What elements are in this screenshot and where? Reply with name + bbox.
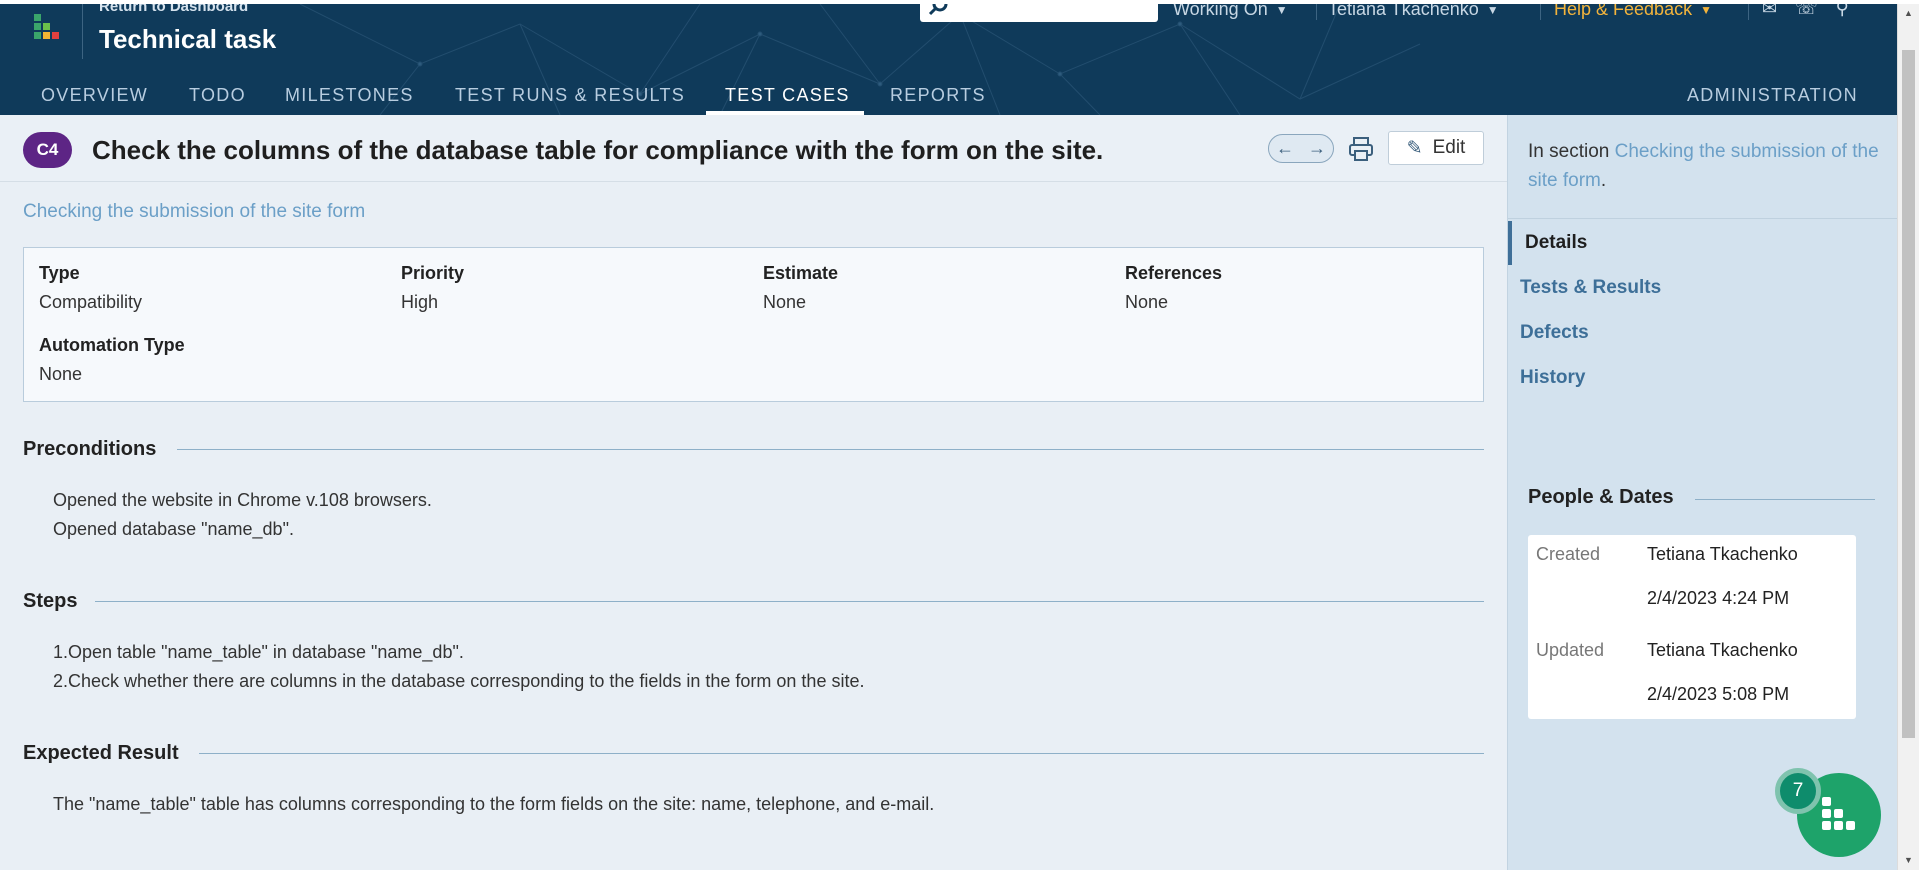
section-divider bbox=[1695, 499, 1875, 500]
updated-at: 2/4/2023 5:08 PM bbox=[1647, 684, 1790, 704]
header-divider bbox=[82, 4, 83, 59]
search-input[interactable] bbox=[920, 4, 1158, 22]
vertical-scrollbar[interactable]: ▲ ▼ bbox=[1897, 4, 1919, 870]
tab-todo[interactable]: TODO bbox=[189, 85, 246, 106]
created-by: Tetiana Tkachenko bbox=[1647, 544, 1798, 564]
preconditions-line: Opened the website in Chrome v.108 brows… bbox=[53, 490, 432, 510]
arrow-left-icon[interactable]: ← bbox=[1276, 138, 1294, 159]
user-name: Tetiana Tkachenko bbox=[1328, 4, 1479, 19]
updated-label: Updated bbox=[1536, 640, 1605, 660]
search-icon bbox=[928, 4, 948, 16]
user-menu[interactable]: Tetiana Tkachenko ▼ bbox=[1328, 4, 1499, 20]
pencil-icon: ✎ bbox=[1406, 137, 1423, 159]
created-at: 2/4/2023 4:24 PM bbox=[1647, 588, 1790, 608]
section-divider bbox=[95, 601, 1484, 602]
sidebar-item-tests-results[interactable]: Tests & Results bbox=[1520, 277, 1661, 299]
working-on-label: Working On bbox=[1173, 4, 1268, 19]
preconditions-heading: Preconditions bbox=[23, 438, 157, 460]
people-dates-box: Created Tetiana Tkachenko 2/4/2023 4:24 … bbox=[1528, 535, 1856, 719]
expected-result-heading: Expected Result bbox=[23, 742, 179, 764]
notification-badge[interactable]: 7 bbox=[1775, 768, 1821, 814]
mail-icon[interactable]: ✉ bbox=[1762, 4, 1777, 19]
case-id-badge: C4 bbox=[23, 132, 72, 168]
field-label: References bbox=[1125, 263, 1223, 283]
edit-button[interactable]: ✎ Edit bbox=[1388, 131, 1484, 165]
user-icon[interactable]: ⚲ bbox=[1836, 4, 1849, 19]
case-fields-box: Type Compatibility Priority High Estimat… bbox=[23, 247, 1484, 402]
field-type: Type Compatibility bbox=[39, 263, 142, 313]
field-label: Automation Type bbox=[39, 335, 185, 355]
header-separator bbox=[1316, 4, 1317, 20]
field-references: References None bbox=[1125, 263, 1222, 313]
scrollbar-thumb[interactable] bbox=[1902, 50, 1915, 738]
expected-result-text: The "name_table" table has columns corre… bbox=[53, 790, 934, 819]
help-feedback-label: Help & Feedback bbox=[1554, 4, 1693, 19]
steps-line: 1.Open table "name_table" in database "n… bbox=[53, 642, 464, 662]
tab-milestones[interactable]: MILESTONES bbox=[285, 85, 414, 106]
section-link[interactable]: Checking the submission of the site form bbox=[23, 201, 365, 223]
field-value: Compatibility bbox=[39, 292, 143, 312]
field-value: High bbox=[401, 292, 439, 312]
chevron-down-icon: ▼ bbox=[1486, 4, 1499, 17]
field-label: Type bbox=[39, 263, 80, 283]
section-divider bbox=[199, 753, 1484, 754]
preconditions-text: Opened the website in Chrome v.108 brows… bbox=[53, 486, 432, 544]
test-case-content: C4 Check the columns of the database tab… bbox=[0, 115, 1507, 870]
header-separator bbox=[1748, 4, 1749, 20]
working-on-menu[interactable]: Working On ▼ bbox=[1173, 4, 1288, 20]
in-section-prefix: In section bbox=[1528, 141, 1615, 162]
app-header: Return to Dashboard Technical task Worki… bbox=[0, 4, 1897, 115]
scroll-up-icon[interactable]: ▲ bbox=[1904, 8, 1913, 18]
tab-overview[interactable]: OVERVIEW bbox=[41, 85, 148, 106]
steps-line: 2.Check whether there are columns in the… bbox=[53, 671, 865, 691]
field-value: None bbox=[1125, 292, 1169, 312]
chat-icon[interactable]: ☏ bbox=[1795, 4, 1818, 19]
header-icon-group: ✉ ☏ ⚲ bbox=[1762, 4, 1849, 19]
tab-reports[interactable]: REPORTS bbox=[890, 85, 986, 106]
scroll-down-icon[interactable]: ▼ bbox=[1904, 855, 1913, 865]
case-sidebar: In section Checking the submission of th… bbox=[1507, 115, 1898, 870]
case-navigation: ← → bbox=[1268, 134, 1334, 163]
expected-result-line: The "name_table" table has columns corre… bbox=[53, 794, 935, 814]
field-automation-type: Automation Type None bbox=[39, 335, 185, 385]
sidebar-item-details[interactable]: Details bbox=[1525, 232, 1587, 254]
chevron-down-icon: ▼ bbox=[1700, 4, 1712, 17]
preconditions-line: Opened database "name_db". bbox=[53, 519, 294, 539]
print-icon[interactable] bbox=[1347, 135, 1375, 163]
app-logo-icon[interactable] bbox=[30, 10, 66, 46]
steps-heading: Steps bbox=[23, 590, 78, 612]
return-to-dashboard-link[interactable]: Return to Dashboard bbox=[99, 4, 248, 15]
case-title: Check the columns of the database table … bbox=[92, 135, 1104, 165]
main-nav: OVERVIEW TODO MILESTONES TEST RUNS & RES… bbox=[0, 74, 1897, 115]
field-estimate: Estimate None bbox=[763, 263, 838, 313]
field-value: None bbox=[39, 364, 83, 384]
steps-text: 1.Open table "name_table" in database "n… bbox=[53, 638, 864, 696]
updated-by: Tetiana Tkachenko bbox=[1647, 640, 1798, 660]
arrow-right-icon[interactable]: → bbox=[1308, 138, 1326, 159]
tab-test-cases[interactable]: TEST CASES bbox=[725, 85, 850, 106]
section-divider bbox=[177, 449, 1484, 450]
field-priority: Priority High bbox=[401, 263, 464, 313]
sidebar-divider bbox=[1508, 218, 1898, 219]
in-section-suffix: . bbox=[1600, 170, 1607, 191]
in-section-info: In section Checking the submission of th… bbox=[1528, 137, 1888, 195]
edit-label: Edit bbox=[1432, 137, 1466, 158]
active-nav-indicator bbox=[1508, 221, 1512, 265]
field-value: None bbox=[763, 292, 807, 312]
sidebar-item-history[interactable]: History bbox=[1520, 367, 1585, 389]
header-separator bbox=[1540, 4, 1541, 20]
people-dates-heading: People & Dates bbox=[1528, 486, 1674, 508]
case-title-bar: C4 Check the columns of the database tab… bbox=[0, 115, 1507, 182]
created-label: Created bbox=[1536, 544, 1601, 564]
sidebar-item-defects[interactable]: Defects bbox=[1520, 322, 1589, 344]
project-title: Technical task bbox=[99, 24, 277, 54]
field-label: Estimate bbox=[763, 263, 839, 283]
help-feedback-menu[interactable]: Help & Feedback ▼ bbox=[1554, 4, 1712, 20]
tab-test-runs-results[interactable]: TEST RUNS & RESULTS bbox=[455, 85, 685, 106]
chevron-down-icon: ▼ bbox=[1275, 4, 1288, 17]
tab-administration[interactable]: ADMINISTRATION bbox=[1687, 85, 1858, 106]
field-label: Priority bbox=[401, 263, 465, 283]
